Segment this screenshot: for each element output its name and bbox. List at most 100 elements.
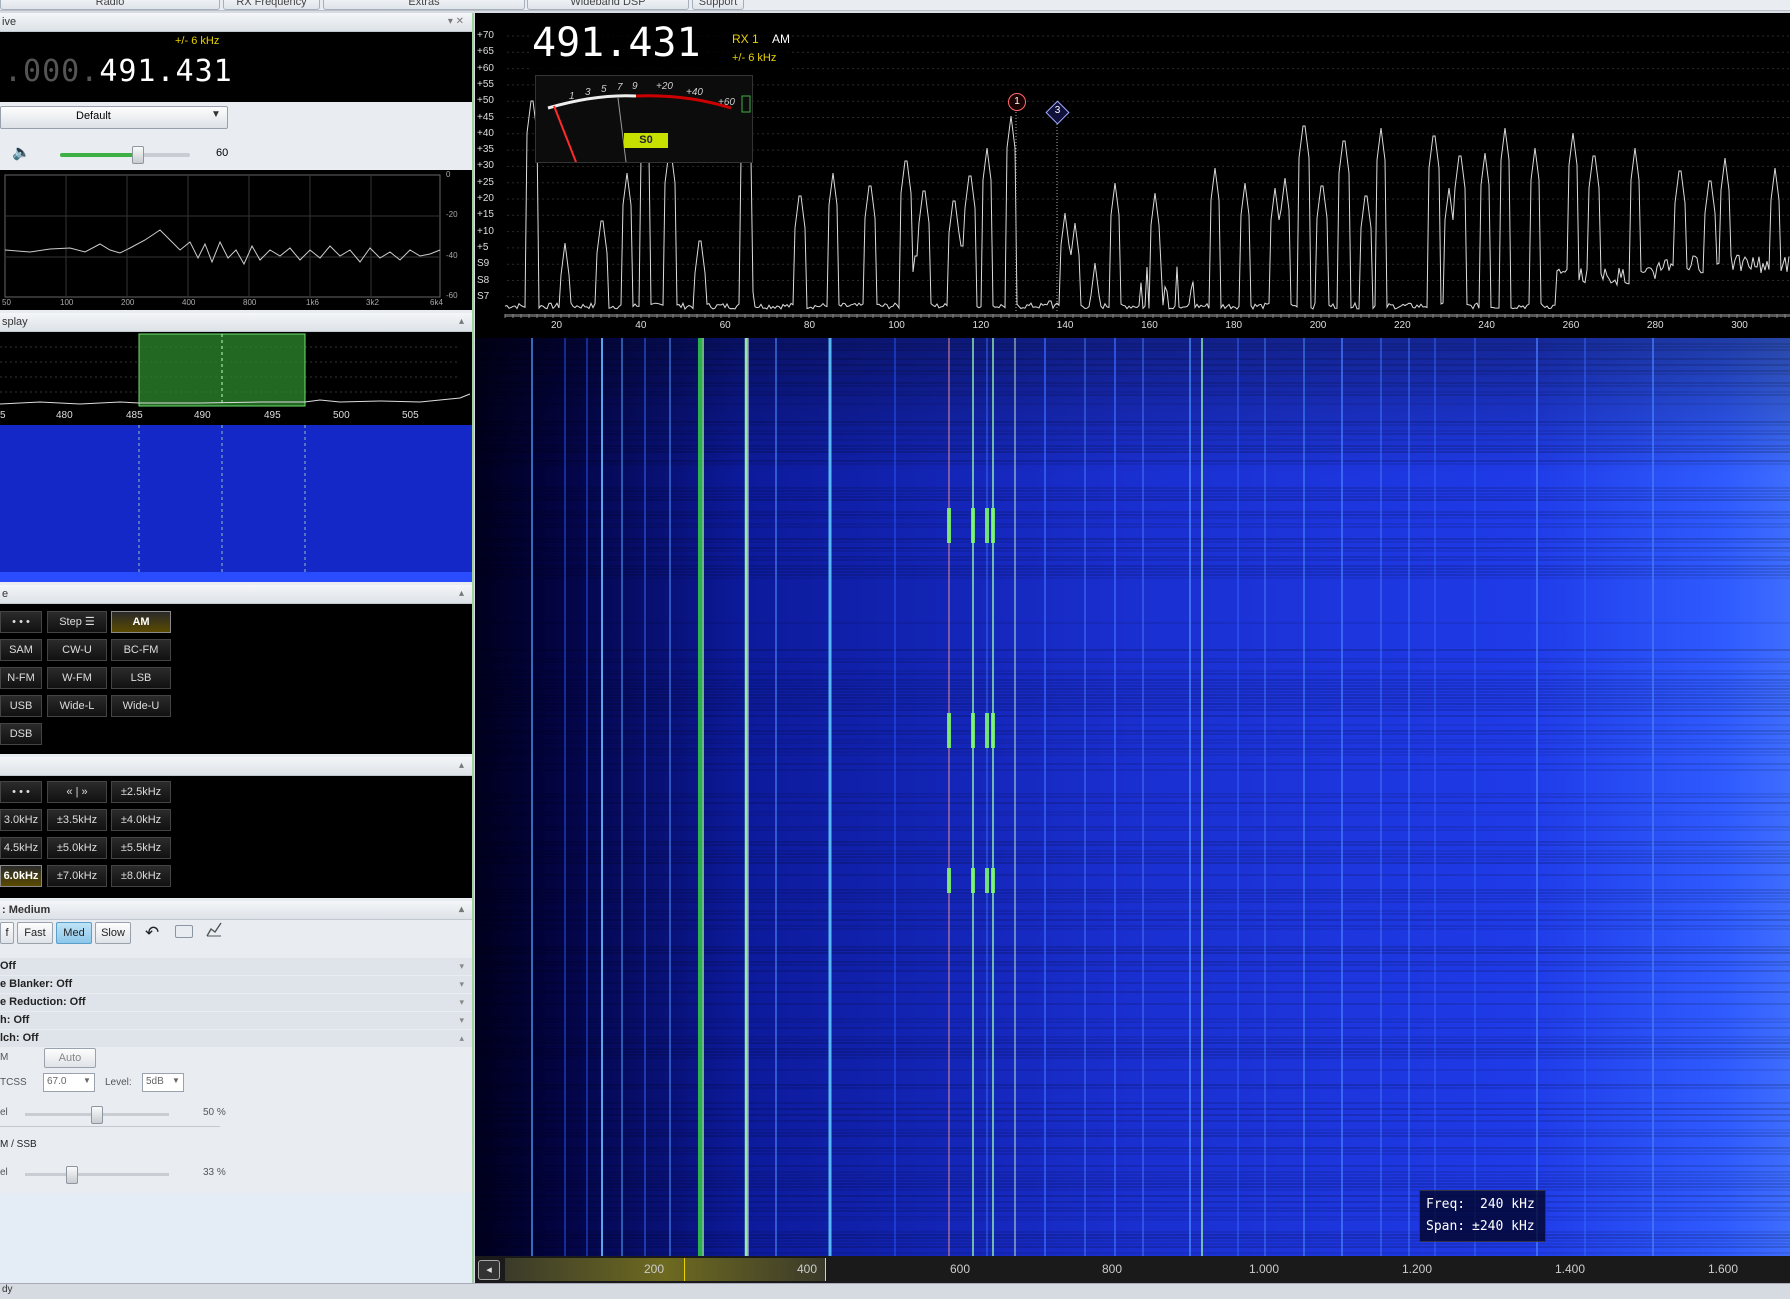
menu-tab-wideband-dsp[interactable]: Wideband DSP xyxy=(527,0,689,10)
ssb-level-label: el xyxy=(0,1167,8,1178)
frequency-display[interactable]: +/- 6 kHz .000.491.431 xyxy=(0,32,472,102)
mode-dsb-button[interactable]: DSB xyxy=(0,723,42,745)
collapse-icon[interactable]: ▴ xyxy=(459,757,464,775)
cursor-span-value: ±240 kHz xyxy=(1472,1219,1535,1234)
agc-slow-button[interactable]: Slow xyxy=(95,922,131,944)
mode-nfm-button[interactable]: N-FM xyxy=(0,667,42,689)
spectrum-y-label: +5 xyxy=(477,241,489,253)
spectrum-x-label: 220 xyxy=(1394,320,1411,331)
filter-button[interactable]: ±4.0kHz xyxy=(111,809,171,831)
squelch-auto-button[interactable]: Auto xyxy=(44,1048,96,1068)
filter-shift-button[interactable]: « | » xyxy=(47,781,107,803)
cursor-freq-value: 240 kHz xyxy=(1480,1197,1535,1212)
filter-button[interactable]: ±3.5kHz xyxy=(47,809,107,831)
panel-controls[interactable]: ▾ ✕ xyxy=(448,13,464,31)
s-meter-scale: 7 xyxy=(617,82,623,93)
agc-panel-header[interactable]: : Medium ▴ xyxy=(0,901,472,920)
menu-tab-radio[interactable]: Radio xyxy=(0,0,220,10)
row-squelch[interactable]: lch: Off ▴ xyxy=(0,1030,472,1047)
audio-x-label: 800 xyxy=(243,298,257,307)
undo-icon[interactable]: ↶ xyxy=(145,923,159,943)
rx-label: RX 1 xyxy=(732,32,759,46)
band-overview-bar[interactable]: ◂ 200 400 600 800 1.000 1.200 1.400 1.60… xyxy=(475,1256,1790,1283)
filter-button[interactable]: ±2.5kHz xyxy=(111,781,171,803)
row-notch[interactable]: h: Off ▾ xyxy=(0,1012,472,1029)
spectrum-x-label: 20 xyxy=(551,320,563,331)
mode-wideu-button[interactable]: Wide-U xyxy=(111,695,171,717)
spectrum-x-label: 60 xyxy=(719,320,731,331)
mode-more-button[interactable]: • • • xyxy=(0,611,42,633)
display-x-label: 5 xyxy=(0,410,6,421)
filter-button[interactable]: 3.0kHz xyxy=(0,809,42,831)
squelch-slider[interactable] xyxy=(25,1106,169,1124)
marker-1[interactable]: 1 xyxy=(1008,93,1026,111)
filter-panel: • • • « | » ±2.5kHz 3.0kHz ±3.5kHz ±4.0k… xyxy=(0,776,472,898)
filter-more-button[interactable]: • • • xyxy=(0,781,42,803)
spectrum-display[interactable]: +70 +65 +60 +55 +50 +45 +40 +35 +30 +25 +20 +15 +10 +… xyxy=(475,13,1790,338)
ssb-squelch-slider-thumb[interactable] xyxy=(66,1166,78,1184)
s-meter-scale: 3 xyxy=(585,87,591,98)
row-noise-blanker[interactable]: e Blanker: Off ▾ xyxy=(0,976,472,993)
frequency-main-digits: 491.431 xyxy=(99,54,233,89)
cursor-readout: Freq: 240 kHz Span: ±240 kHz xyxy=(1419,1190,1546,1242)
filter-button-selected[interactable]: 6.0kHz xyxy=(0,865,42,887)
filter-panel-header[interactable]: ▴ xyxy=(0,757,472,776)
filter-button[interactable]: ±7.0kHz xyxy=(47,865,107,887)
overview-visible-range[interactable] xyxy=(505,1258,825,1281)
filter-button[interactable]: 4.5kHz xyxy=(0,837,42,859)
squelch-slider-thumb[interactable] xyxy=(91,1106,103,1124)
collapse-icon[interactable]: ▴ xyxy=(459,313,464,331)
mode-sam-button[interactable]: SAM xyxy=(0,639,42,661)
overview-toggle-icon[interactable]: ◂ xyxy=(478,1260,500,1280)
waterfall-display[interactable]: Freq: 240 kHz Span: ±240 kHz xyxy=(475,338,1790,1256)
row-noise-reduction[interactable]: e Reduction: Off ▾ xyxy=(0,994,472,1011)
chart-icon[interactable] xyxy=(206,921,222,940)
bandwidth-readout: +/- 6 kHz xyxy=(732,52,777,64)
menu-tab-support[interactable]: Support xyxy=(692,0,744,10)
ssb-squelch-slider[interactable] xyxy=(25,1166,169,1184)
filter-button[interactable]: ±5.0kHz xyxy=(47,837,107,859)
s-meter: 1 3 5 7 9 +20 +40 +60 S0 xyxy=(535,75,753,163)
spectrum-y-label: S8 xyxy=(477,274,490,286)
display-panel-header[interactable]: splay ▴ xyxy=(0,313,472,332)
collapse-icon[interactable]: ▴ xyxy=(459,585,464,603)
mode-step-button[interactable]: Step ☰ xyxy=(47,611,107,633)
collapse-icon[interactable]: ▴ xyxy=(459,901,464,919)
mode-am-button[interactable]: AM xyxy=(111,611,171,633)
overview-label: 400 xyxy=(797,1262,818,1276)
preset-dropdown[interactable]: Default ▼ xyxy=(0,106,228,129)
marker-3: 3 xyxy=(1054,105,1061,116)
agc-fast-button[interactable]: Fast xyxy=(17,922,53,944)
mode-usb-button[interactable]: USB xyxy=(0,695,42,717)
level-dropdown[interactable]: 5dB ▼ xyxy=(142,1073,184,1092)
spectrum-x-label: 100 xyxy=(888,320,905,331)
volume-slider-thumb[interactable] xyxy=(132,146,144,164)
mode-lsb-button[interactable]: LSB xyxy=(111,667,171,689)
audio-y-label: 0 xyxy=(446,170,451,179)
mode-wfm-button[interactable]: W-FM xyxy=(47,667,107,689)
agc-med-button[interactable]: Med xyxy=(56,922,92,944)
display-x-label: 480 xyxy=(56,410,73,421)
volume-slider[interactable] xyxy=(60,146,190,164)
filter-button[interactable]: ±5.5kHz xyxy=(111,837,171,859)
ctcss-dropdown[interactable]: 67.0 ▼ xyxy=(43,1073,95,1092)
chevron-down-icon: ▼ xyxy=(211,109,221,120)
row-off[interactable]: Off ▾ xyxy=(0,958,472,975)
zoom-display[interactable]: 5 480 485 490 495 500 505 xyxy=(0,332,472,582)
display-title: splay xyxy=(2,316,28,328)
mode-panel-header[interactable]: e ▴ xyxy=(0,585,472,604)
menu-tab-extras[interactable]: Extras xyxy=(323,0,525,10)
settings-icon[interactable] xyxy=(175,925,193,938)
speaker-icon[interactable]: 🔈 xyxy=(12,143,31,161)
overview-label: 600 xyxy=(950,1262,971,1276)
mode-cwu-button[interactable]: CW-U xyxy=(47,639,107,661)
agc-off-button[interactable]: f xyxy=(0,922,14,944)
mode-widel-button[interactable]: Wide-L xyxy=(47,695,107,717)
display-x-label: 490 xyxy=(194,410,211,421)
mode-bcfm-button[interactable]: BC-FM xyxy=(111,639,171,661)
waterfall-plot xyxy=(475,338,1790,1256)
squelch-fm-label: M xyxy=(0,1052,9,1063)
menu-tab-rx-frequency[interactable]: RX Frequency xyxy=(223,0,320,10)
spectrum-y-label: +25 xyxy=(477,176,494,188)
filter-button[interactable]: ±8.0kHz xyxy=(111,865,171,887)
